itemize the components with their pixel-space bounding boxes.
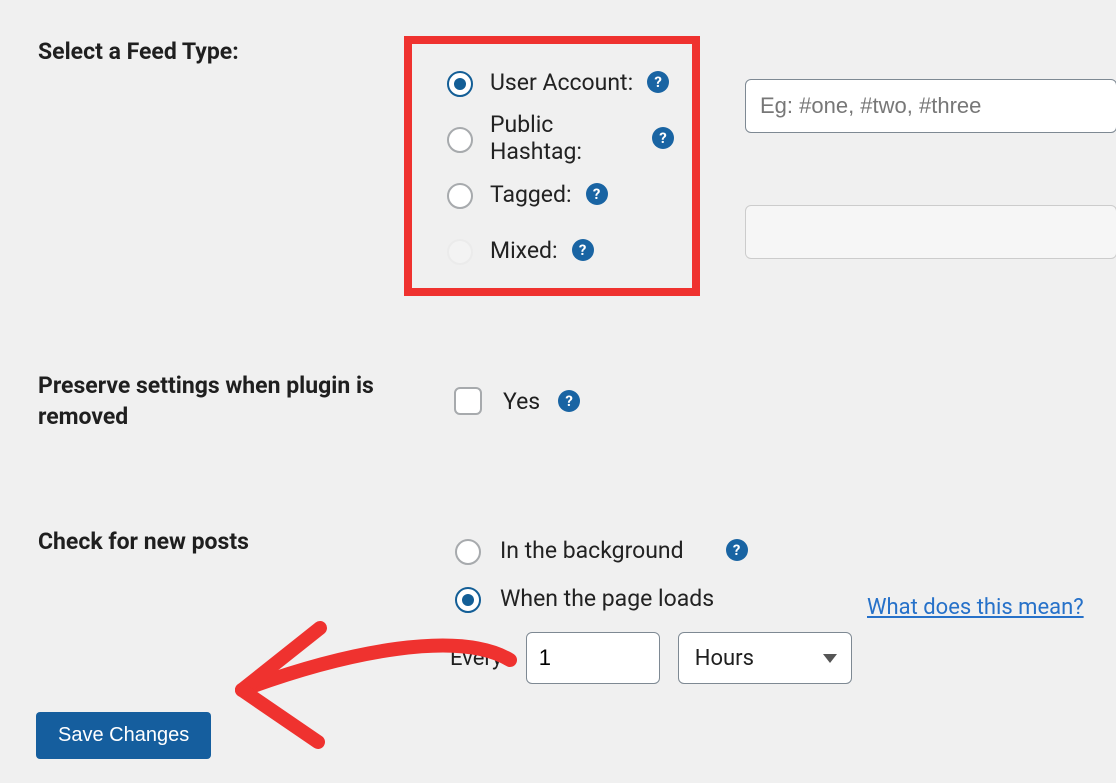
feed-type-tagged-option[interactable]: Tagged: ? [442, 166, 674, 222]
help-icon[interactable]: ? [647, 71, 669, 93]
feed-type-user-radio[interactable] [447, 71, 473, 97]
check-interval-line: Every: Hours [450, 632, 852, 684]
preserve-settings-checkbox[interactable] [454, 387, 482, 415]
save-changes-button[interactable]: Save Changes [36, 712, 211, 759]
preserve-settings-label: Preserve settings when plugin is removed [0, 370, 410, 432]
check-bg-label: In the background [500, 537, 684, 564]
feed-type-hashtag-radio[interactable] [447, 127, 473, 153]
feed-type-mixed-option[interactable]: Mixed: ? [442, 222, 674, 278]
check-onload-option[interactable]: When the page loads [450, 574, 852, 622]
hashtag-input[interactable] [745, 79, 1116, 133]
feed-type-tagged-label: Tagged: [490, 181, 572, 208]
check-interval-unit-label: Hours [695, 646, 754, 671]
feed-type-user-label: User Account: [490, 69, 633, 96]
check-new-posts-control: In the background ? When the page loads … [410, 526, 852, 684]
feed-type-label: Select a Feed Type: [0, 36, 410, 67]
help-icon[interactable]: ? [652, 127, 674, 149]
mixed-input-disabled [745, 205, 1116, 259]
preserve-settings-control: Yes ? [410, 384, 580, 418]
help-icon[interactable]: ? [558, 390, 580, 412]
check-onload-radio[interactable] [455, 587, 481, 613]
check-interval-value[interactable] [526, 632, 660, 684]
chevron-down-icon [823, 654, 837, 663]
help-icon[interactable]: ? [572, 239, 594, 261]
preserve-settings-row: Preserve settings when plugin is removed… [0, 370, 1116, 432]
what-does-this-mean-link[interactable]: What does this mean? [867, 595, 1084, 620]
help-icon[interactable]: ? [726, 539, 748, 561]
check-bg-radio[interactable] [455, 539, 481, 565]
help-icon[interactable]: ? [586, 183, 608, 205]
feed-type-side-inputs [745, 79, 1116, 259]
feed-type-mixed-radio [447, 239, 473, 265]
feed-type-hashtag-label: Public Hashtag: [490, 111, 638, 165]
feed-type-user-option[interactable]: User Account: ? [442, 54, 674, 110]
check-new-posts-label: Check for new posts [0, 526, 410, 557]
check-onload-label: When the page loads [500, 585, 714, 612]
feed-type-highlight-box: User Account: ? Public Hashtag: ? Tagged… [404, 36, 700, 296]
feed-type-mixed-label: Mixed: [490, 237, 558, 264]
feed-type-hashtag-option[interactable]: Public Hashtag: ? [442, 110, 674, 166]
check-interval-unit-select[interactable]: Hours [678, 632, 852, 684]
preserve-settings-checkbox-label: Yes [503, 388, 540, 415]
feed-type-options-wrapper: User Account: ? Public Hashtag: ? Tagged… [410, 36, 700, 296]
check-interval-prefix: Every: [450, 646, 508, 671]
check-bg-option[interactable]: In the background ? [450, 526, 852, 574]
feed-type-tagged-radio[interactable] [447, 183, 473, 209]
